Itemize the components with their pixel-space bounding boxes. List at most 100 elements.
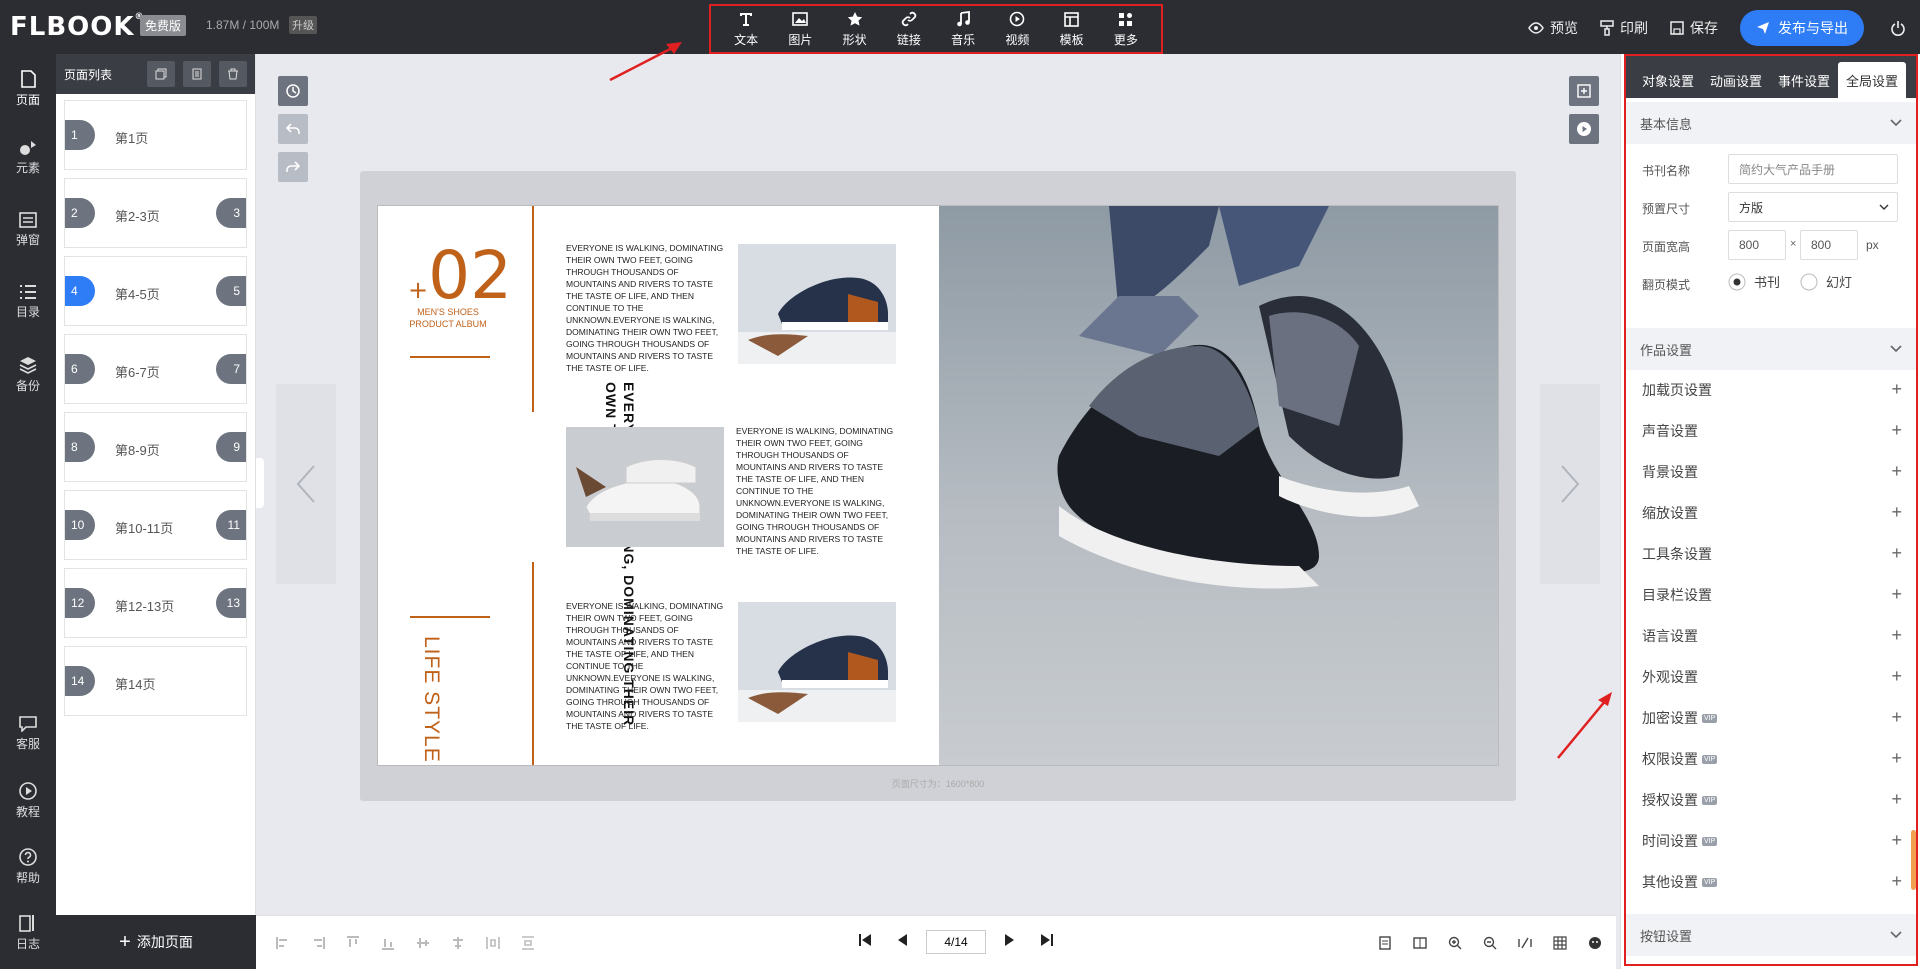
publish-button[interactable]: 发布与导出 <box>1740 10 1864 46</box>
tool-shape[interactable]: 形状 <box>830 10 880 48</box>
unit-label: px <box>1866 238 1879 252</box>
thumbnail-button[interactable] <box>1569 76 1599 106</box>
nav-help[interactable]: 帮助 <box>0 848 56 886</box>
page-thumb-1[interactable]: 1 第1页 <box>64 100 247 170</box>
nav-toc[interactable]: 目录 <box>0 284 56 320</box>
tool-more[interactable]: 更多 <box>1101 10 1151 48</box>
setting-loading-page[interactable]: 加载页设置 + <box>1626 369 1916 410</box>
tab-object-settings[interactable]: 对象设置 <box>1634 62 1702 98</box>
prev-page-arrow[interactable] <box>276 384 336 584</box>
tool-template[interactable]: 模板 <box>1047 10 1097 48</box>
tab-event-settings[interactable]: 事件设置 <box>1770 62 1838 98</box>
page-height-input[interactable]: 800 <box>1800 230 1858 260</box>
plus-icon: + <box>1891 625 1902 645</box>
page-thumb-8-9[interactable]: 8 第8-9页 9 <box>64 412 247 482</box>
setting-language[interactable]: 语言设置 + <box>1626 615 1916 656</box>
settings-scrollbar[interactable] <box>1911 830 1916 890</box>
flip-mode-book-radio[interactable]: 书刊 <box>1728 272 1780 291</box>
next-page-arrow[interactable] <box>1540 384 1600 584</box>
spread-view-icon[interactable] <box>1411 934 1429 952</box>
next-page-icon[interactable] <box>1004 933 1016 952</box>
setting-sound[interactable]: 声音设置 + <box>1626 410 1916 451</box>
tool-link[interactable]: 链接 <box>884 10 934 48</box>
divider <box>410 356 490 358</box>
prev-page-icon[interactable] <box>896 933 908 952</box>
preset-size-select[interactable]: 方版 <box>1728 192 1898 222</box>
flip-mode-slide-radio[interactable]: 幻灯 <box>1800 272 1852 291</box>
page-input[interactable] <box>926 930 986 954</box>
section-work-settings[interactable]: 作品设置 <box>1626 328 1916 370</box>
delete-page-button[interactable] <box>219 61 247 87</box>
setting-other[interactable]: 其他设置 VIP + <box>1626 861 1916 902</box>
page-view-icon[interactable] <box>1376 934 1394 952</box>
setting-authorization[interactable]: 授权设置 VIP + <box>1626 779 1916 820</box>
product-image-blue-shoe <box>738 244 896 364</box>
align-left-icon[interactable] <box>274 934 292 952</box>
nav-popup[interactable]: 弹窗 <box>0 212 56 248</box>
tab-animation-settings[interactable]: 动画设置 <box>1702 62 1770 98</box>
setting-toc-bar[interactable]: 目录栏设置 + <box>1626 574 1916 615</box>
play-preview-button[interactable] <box>1569 114 1599 144</box>
zoom-in-icon[interactable] <box>1446 934 1464 952</box>
page-number-right: 13 <box>216 588 246 618</box>
tool-image[interactable]: 图片 <box>775 10 825 48</box>
page-thumb-4-5[interactable]: 4 第4-5页 5 <box>64 256 247 326</box>
tool-music[interactable]: 音乐 <box>938 10 988 48</box>
save-button[interactable]: 保存 <box>1670 18 1718 38</box>
logout-button[interactable] <box>1890 20 1906 36</box>
fit-view-icon[interactable] <box>1516 934 1534 952</box>
tab-global-settings[interactable]: 全局设置 <box>1838 62 1907 98</box>
setting-zoom[interactable]: 缩放设置 + <box>1626 492 1916 533</box>
product-paragraph-3: EVERYONE IS WALKING, DOMINATING THEIR OW… <box>566 601 724 731</box>
nav-support[interactable]: 客服 <box>0 716 56 752</box>
align-center-h-icon[interactable] <box>414 934 432 952</box>
align-top-icon[interactable] <box>344 934 362 952</box>
copy-page-button[interactable] <box>147 61 175 87</box>
add-page-button[interactable]: + 添加页面 <box>56 915 256 969</box>
distribute-v-icon[interactable] <box>519 934 537 952</box>
grid-icon[interactable] <box>1551 934 1569 952</box>
page-width-input[interactable]: 800 <box>1728 230 1786 260</box>
nav-backup[interactable]: 备份 <box>0 356 56 394</box>
last-page-icon[interactable] <box>1040 933 1054 952</box>
print-button[interactable]: 印刷 <box>1600 18 1648 38</box>
align-center-v-icon[interactable] <box>449 934 467 952</box>
page-thumb-12-13[interactable]: 12 第12-13页 13 <box>64 568 247 638</box>
send-icon <box>1757 22 1769 34</box>
align-right-icon[interactable] <box>309 934 327 952</box>
history-button[interactable] <box>278 76 308 106</box>
align-bottom-icon[interactable] <box>379 934 397 952</box>
setting-appearance[interactable]: 外观设置 + <box>1626 656 1916 697</box>
tool-video[interactable]: 视频 <box>992 10 1042 48</box>
page-thumb-10-11[interactable]: 10 第10-11页 11 <box>64 490 247 560</box>
setting-background[interactable]: 背景设置 + <box>1626 451 1916 492</box>
setting-toolbar[interactable]: 工具条设置 + <box>1626 533 1916 574</box>
page-thumb-2-3[interactable]: 2 第2-3页 3 <box>64 178 247 248</box>
preview-button[interactable]: 预览 <box>1528 18 1578 38</box>
settings-face-icon[interactable] <box>1586 934 1604 952</box>
book-name-input[interactable]: 简约大气产品手册 <box>1728 154 1898 184</box>
setting-permission[interactable]: 权限设置 VIP + <box>1626 738 1916 779</box>
duplicate-page-button[interactable] <box>183 61 211 87</box>
vertical-rule <box>532 562 534 765</box>
page-thumb-6-7[interactable]: 6 第6-7页 7 <box>64 334 247 404</box>
upgrade-link[interactable]: 升级 <box>289 16 317 34</box>
setting-time[interactable]: 时间设置 VIP + <box>1626 820 1916 861</box>
setting-encryption[interactable]: 加密设置 VIP + <box>1626 697 1916 738</box>
page-thumb-14[interactable]: 14 第14页 <box>64 646 247 716</box>
nav-tutorial[interactable]: 教程 <box>0 782 56 820</box>
nav-page[interactable]: 页面 <box>0 70 56 108</box>
first-page-icon[interactable] <box>858 933 872 952</box>
tool-text[interactable]: 文本 <box>721 10 771 48</box>
panel-collapse-handle[interactable] <box>256 458 264 508</box>
undo-button[interactable] <box>278 114 308 144</box>
distribute-h-icon[interactable] <box>484 934 502 952</box>
nav-log[interactable]: 日志 <box>0 914 56 952</box>
zoom-out-icon[interactable] <box>1481 934 1499 952</box>
section-basic-info[interactable]: 基本信息 <box>1626 102 1916 144</box>
redo-button[interactable] <box>278 152 308 182</box>
nav-element[interactable]: 元素 <box>0 140 56 176</box>
book-spread[interactable]: +02 MEN'S SHOESPRODUCT ALBUM EVERYONE IS… <box>377 205 1499 766</box>
section-button-settings[interactable]: 按钮设置 <box>1626 914 1916 956</box>
left-nav: 页面 元素 弹窗 目录 备份 客服 教程 帮助 日志 <box>0 54 56 969</box>
